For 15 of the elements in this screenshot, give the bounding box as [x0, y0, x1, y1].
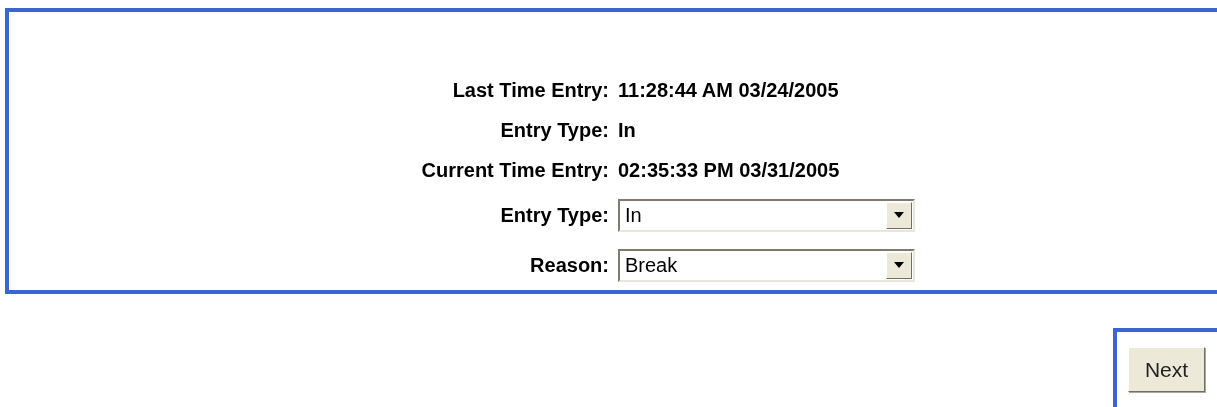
field-value: 11:28:44 AM 03/24/2005 [618, 78, 840, 103]
field-value: In [618, 118, 637, 143]
next-button[interactable]: Next [1128, 347, 1205, 392]
field-label: Last Time Entry: [451, 78, 609, 103]
field-label: Current Time Entry: [420, 158, 609, 183]
dropdown-select[interactable]: In [618, 198, 915, 232]
caret-icon [894, 262, 904, 268]
dropdown-select[interactable]: Break [618, 248, 915, 282]
dropdown-arrow-button[interactable] [886, 201, 912, 229]
dropdown-arrow-button[interactable] [886, 251, 912, 279]
caret-icon [894, 212, 904, 218]
field-label: Reason: [529, 253, 609, 278]
field-label: Entry Type: [499, 203, 609, 228]
field-value: 02:35:33 PM 03/31/2005 [618, 158, 841, 183]
field-label: Entry Type: [499, 118, 609, 143]
